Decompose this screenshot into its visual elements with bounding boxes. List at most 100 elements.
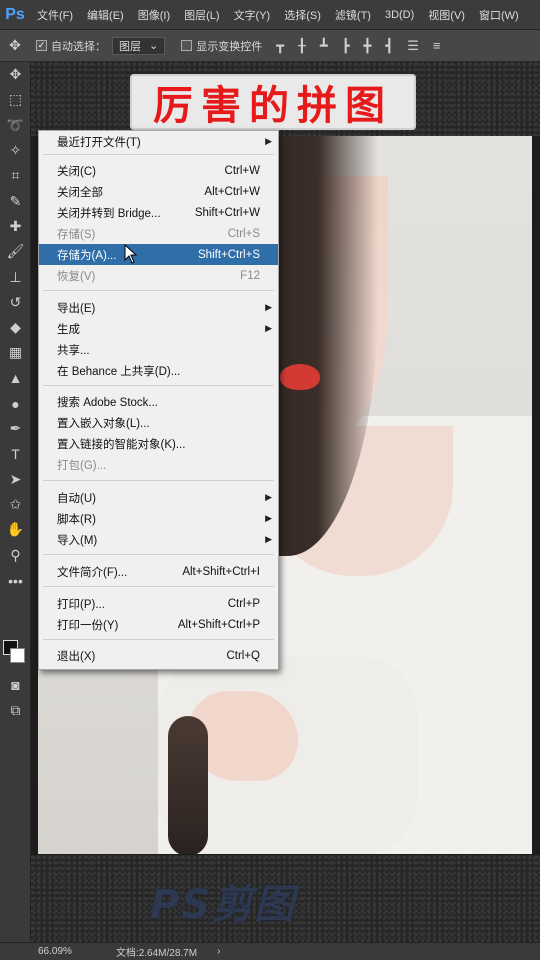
history-brush-tool-icon[interactable]: ↺	[0, 290, 31, 315]
menu-select[interactable]: 选择(S)	[277, 7, 328, 23]
options-bar: ✥ ✓ 自动选择： 图层 ⌄ 显示变换控件 ┳ ╂ ┻ ┣ ╋ ┫ ☰ ≡	[0, 30, 540, 62]
crop-tool-icon[interactable]: ⌗	[0, 163, 31, 188]
menu-separator	[43, 385, 274, 386]
auto-select-value: 图层	[119, 40, 141, 53]
menu-view[interactable]: 视图(V)	[421, 7, 472, 23]
zoom-level[interactable]: 66.09%	[38, 946, 72, 957]
align-top-icon[interactable]: ┳	[276, 38, 284, 54]
menu-item-generate[interactable]: 生成 ▶	[39, 318, 278, 339]
menu-item-save-as[interactable]: 存储为(A)... Shift+Ctrl+S	[39, 244, 278, 265]
menu-item-scripts[interactable]: 脚本(R) ▶	[39, 508, 278, 529]
submenu-arrow-icon: ▶	[265, 534, 272, 544]
brush-tool-icon[interactable]: 🖌	[0, 239, 31, 264]
hand-tool-icon[interactable]: ✋	[0, 517, 31, 542]
screen-mode-icon[interactable]: ⧉	[0, 698, 31, 723]
healing-brush-tool-icon[interactable]: ✚	[0, 214, 31, 239]
menu-item-share-behance[interactable]: 在 Behance 上共享(D)...	[39, 360, 278, 381]
photoshop-logo: Ps	[5, 5, 25, 23]
tools-panel: ✥ ⬚ ➰ ✧ ⌗ ✎ ✚ 🖌 ⊥ ↺ ◆ ▦ ▲ ● ✒ T ➤ ✩ ✋ ⚲ …	[0, 62, 31, 942]
menu-separator	[43, 554, 274, 555]
move-tool-icon[interactable]: ✥	[0, 37, 30, 54]
menu-item-save[interactable]: 存储(S) Ctrl+S	[39, 223, 278, 244]
menu-filter[interactable]: 滤镜(T)	[328, 7, 378, 23]
menu-edit[interactable]: 编辑(E)	[80, 7, 131, 23]
menu-item-print-one-copy[interactable]: 打印一份(Y) Alt+Shift+Ctrl+P	[39, 614, 278, 635]
blur-tool-icon[interactable]: ▲	[0, 366, 31, 391]
document-size: 文档:2.64M/28.7M	[115, 948, 198, 959]
menu-item-package[interactable]: 打包(G)...	[39, 454, 278, 475]
watermark-text: PS剪图	[150, 882, 297, 928]
gradient-tool-icon[interactable]: ▦	[0, 340, 31, 365]
show-transform-label: 显示变换控件	[196, 40, 263, 53]
menu-separator	[43, 290, 274, 291]
submenu-arrow-icon: ▶	[265, 492, 272, 502]
background-color-swatch[interactable]	[10, 648, 25, 663]
submenu-arrow-icon: ▶	[265, 513, 272, 523]
image-hair-strand	[168, 716, 208, 854]
menu-item-print[interactable]: 打印(P)... Ctrl+P	[39, 593, 278, 614]
chevron-down-icon: ⌄	[149, 40, 159, 52]
menu-window[interactable]: 窗口(W)	[472, 7, 526, 23]
move-tool-icon[interactable]: ✥	[0, 62, 31, 87]
magic-wand-tool-icon[interactable]: ✧	[0, 138, 31, 163]
pen-tool-icon[interactable]: ✒	[0, 416, 31, 441]
align-icons: ┳ ╂ ┻ ┣ ╋ ┫ ☰ ≡	[276, 38, 440, 54]
marquee-tool-icon[interactable]: ⬚	[0, 87, 31, 112]
stamp-tool-icon[interactable]: ⊥	[0, 264, 31, 289]
auto-select-label: 自动选择：	[51, 40, 106, 53]
menu-layer[interactable]: 图层(L)	[177, 7, 226, 23]
align-bottom-icon[interactable]: ┻	[320, 38, 328, 54]
menu-separator	[43, 480, 274, 481]
distribute-top-icon[interactable]: ☰	[407, 38, 419, 54]
submenu-arrow-icon: ▶	[265, 136, 272, 146]
align-left-icon[interactable]: ┣	[342, 38, 350, 54]
dodge-tool-icon[interactable]: ●	[0, 391, 31, 416]
menu-3d[interactable]: 3D(D)	[378, 9, 421, 21]
quick-mask-icon[interactable]: ◙	[0, 672, 31, 697]
image-lips	[280, 364, 320, 390]
menu-separator	[43, 639, 274, 640]
auto-select-dropdown[interactable]: 图层 ⌄	[112, 36, 166, 55]
menu-item-close-go-bridge[interactable]: 关闭并转到 Bridge... Shift+Ctrl+W	[39, 202, 278, 223]
status-bar: 66.09% 文档:2.64M/28.7M ›	[0, 942, 540, 960]
menu-item-import[interactable]: 导入(M) ▶	[39, 529, 278, 550]
banner-title: 厉害的拼图	[153, 83, 393, 129]
zoom-tool-icon[interactable]: ⚲	[0, 543, 31, 568]
menu-item-share[interactable]: 共享...	[39, 339, 278, 360]
menu-item-search-adobe-stock[interactable]: 搜索 Adobe Stock...	[39, 391, 278, 412]
show-transform-checkbox[interactable]	[181, 40, 193, 51]
auto-select-checkbox[interactable]: ✓	[36, 40, 47, 51]
menu-file[interactable]: 文件(F)	[30, 7, 80, 23]
menu-item-export[interactable]: 导出(E) ▶	[39, 297, 278, 318]
menu-item-revert[interactable]: 恢复(V) F12	[39, 265, 278, 286]
submenu-arrow-icon: ▶	[265, 302, 272, 312]
title-banner: 厉害的拼图	[130, 74, 416, 130]
more-tools-icon[interactable]: •••	[0, 568, 31, 593]
menu-bar: Ps 文件(F) 编辑(E) 图像(I) 图层(L) 文字(Y) 选择(S) 滤…	[0, 0, 540, 30]
path-selection-tool-icon[interactable]: ➤	[0, 467, 31, 492]
align-right-icon[interactable]: ┫	[385, 38, 393, 54]
menu-item-recent-files[interactable]: 最近打开文件(T) ▶	[39, 131, 278, 152]
menu-item-file-info[interactable]: 文件简介(F)... Alt+Shift+Ctrl+I	[39, 561, 278, 582]
distribute-vcenter-icon[interactable]: ≡	[433, 38, 441, 54]
lasso-tool-icon[interactable]: ➰	[0, 113, 31, 138]
type-tool-icon[interactable]: T	[0, 441, 31, 466]
menu-type[interactable]: 文字(Y)	[227, 7, 278, 23]
menu-item-automate[interactable]: 自动(U) ▶	[39, 487, 278, 508]
menu-separator	[43, 154, 274, 155]
align-vcenter-icon[interactable]: ╂	[298, 38, 306, 54]
menu-item-place-embedded[interactable]: 置入嵌入对象(L)...	[39, 412, 278, 433]
menu-item-close[interactable]: 关闭(C) Ctrl+W	[39, 160, 278, 181]
menu-image[interactable]: 图像(I)	[131, 7, 177, 23]
file-menu-dropdown: 最近打开文件(T) ▶ 关闭(C) Ctrl+W 关闭全部 Alt+Ctrl+W…	[38, 130, 279, 670]
mouse-cursor-icon	[124, 244, 138, 264]
status-menu-arrow-icon[interactable]: ›	[217, 946, 220, 957]
menu-item-close-all[interactable]: 关闭全部 Alt+Ctrl+W	[39, 181, 278, 202]
menu-item-place-linked[interactable]: 置入链接的智能对象(K)...	[39, 433, 278, 454]
submenu-arrow-icon: ▶	[265, 323, 272, 333]
menu-item-exit[interactable]: 退出(X) Ctrl+Q	[39, 645, 278, 666]
shape-tool-icon[interactable]: ✩	[0, 492, 31, 517]
eyedropper-tool-icon[interactable]: ✎	[0, 188, 31, 213]
align-hcenter-icon[interactable]: ╋	[364, 38, 372, 54]
eraser-tool-icon[interactable]: ◆	[0, 315, 31, 340]
